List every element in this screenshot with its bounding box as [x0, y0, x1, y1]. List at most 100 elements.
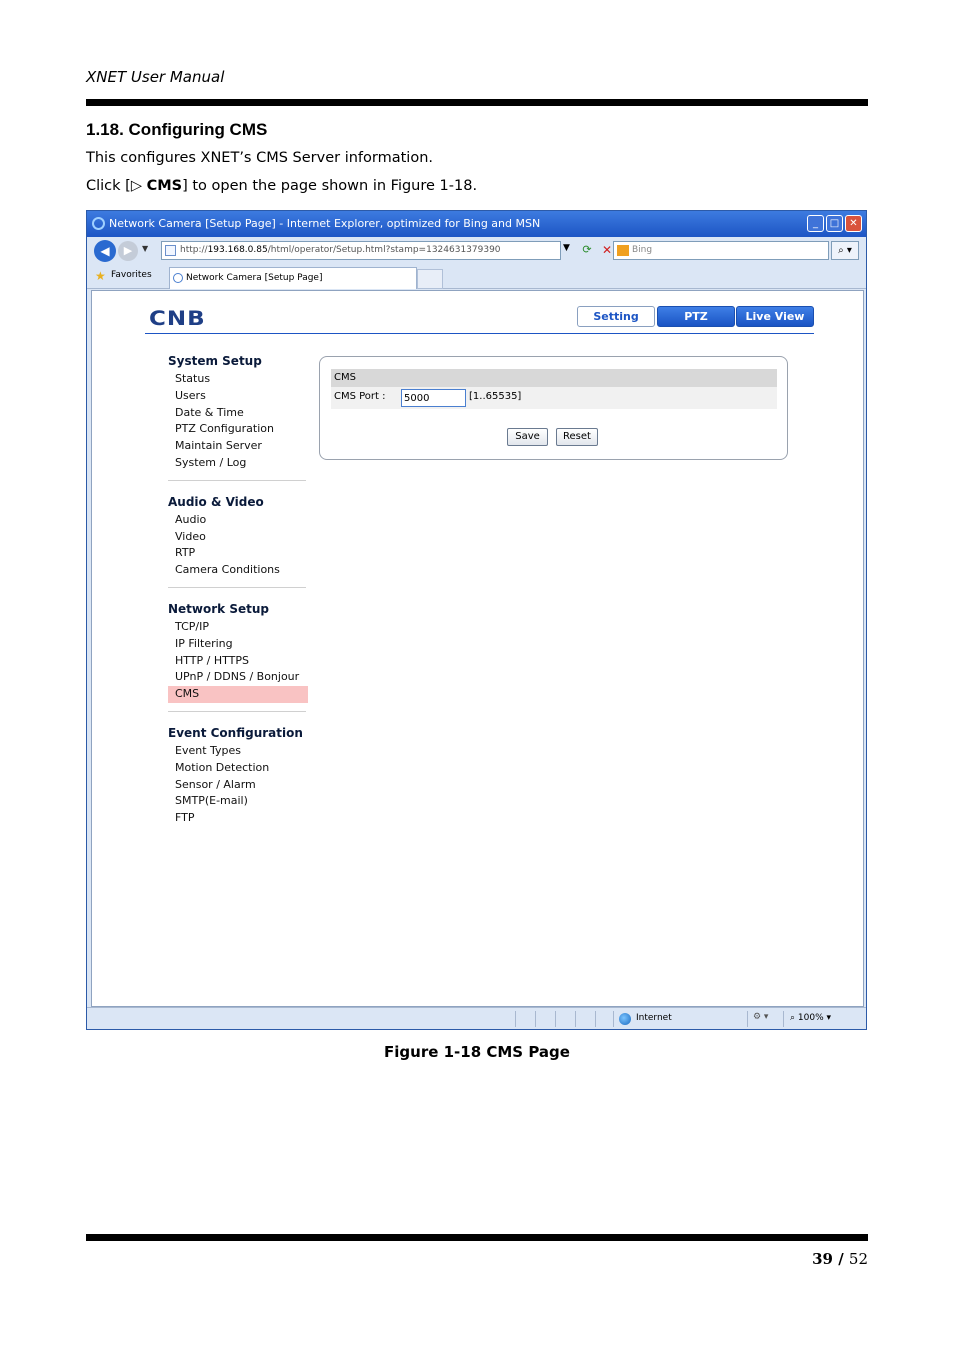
cnb-logo: CNB	[149, 307, 206, 331]
browser-title-bar: Network Camera [Setup Page] - Internet E…	[87, 211, 866, 237]
cms-settings-panel: CMS CMS Port : [1..65535] Save Reset	[319, 356, 788, 460]
sidebar-group-audio-video: Audio & Video Audio Video RTP Camera Con…	[168, 495, 308, 588]
sidebar-group-event-configuration: Event Configuration Event Types Motion D…	[168, 726, 308, 827]
sidebar-item-status[interactable]: Status	[168, 371, 308, 388]
window-title: Network Camera [Setup Page] - Internet E…	[109, 217, 541, 230]
status-divider	[535, 1011, 536, 1027]
web-content: CNB Setting PTZ Live View System Setup S…	[91, 290, 864, 1007]
bing-icon	[617, 245, 629, 256]
tab-setup-page[interactable]: Network Camera [Setup Page]	[169, 267, 417, 289]
reset-button[interactable]: Reset	[556, 428, 598, 446]
instruction-suffix: ] to open the page shown in Figure 1-18.	[182, 178, 478, 194]
new-tab-button[interactable]	[417, 269, 443, 289]
sidebar-item-video[interactable]: Video	[168, 529, 308, 546]
sidebar-item-event-types[interactable]: Event Types	[168, 743, 308, 760]
sidebar-divider	[168, 586, 306, 588]
page-icon	[165, 245, 176, 256]
sidebar-item-tcp-ip[interactable]: TCP/IP	[168, 619, 308, 636]
sidebar-item-audio[interactable]: Audio	[168, 512, 308, 529]
setting-button[interactable]: Setting	[577, 306, 655, 327]
cms-port-input[interactable]	[401, 389, 466, 407]
search-button[interactable]: ⌕ ▾	[831, 241, 859, 260]
refresh-icon[interactable]: ⟳	[579, 242, 595, 258]
favorites-bar: ★ Favorites Network Camera [Setup Page]	[87, 265, 866, 289]
sidebar-item-ip-filtering[interactable]: IP Filtering	[168, 636, 308, 653]
status-divider	[783, 1011, 784, 1027]
instruction-paragraph: Click [▷ CMS] to open the page shown in …	[86, 178, 477, 194]
bottom-rule	[86, 1234, 868, 1241]
forward-button[interactable]: ▶	[118, 241, 138, 261]
page-current: 39	[812, 1250, 833, 1268]
sidebar-menu: System Setup Status Users Date & Time PT…	[168, 354, 308, 841]
zoom-level[interactable]: ⌕ 100% ▾	[790, 1013, 831, 1023]
back-button[interactable]: ◀	[94, 240, 116, 262]
sidebar-item-maintain-server[interactable]: Maintain Server	[168, 438, 308, 455]
address-bar[interactable]: http://193.168.0.85/html/operator/Setup.…	[161, 241, 561, 260]
sidebar-item-system-log[interactable]: System / Log	[168, 455, 308, 472]
sidebar-item-cms[interactable]: CMS	[168, 686, 308, 703]
close-button[interactable]: ✕	[845, 215, 862, 232]
address-dropdown-icon[interactable]: ▼	[563, 243, 570, 253]
page-total: 52	[848, 1250, 868, 1268]
status-divider	[747, 1011, 748, 1027]
save-button[interactable]: Save	[507, 428, 548, 446]
ptz-button[interactable]: PTZ	[657, 306, 735, 327]
live-view-button[interactable]: Live View	[736, 306, 814, 327]
sidebar-divider	[168, 710, 306, 712]
sidebar-item-smtp-email[interactable]: SMTP(E-mail)	[168, 793, 308, 810]
history-dropdown-icon[interactable]: ▼	[142, 244, 148, 253]
address-path: /html/operator/Setup.html?stamp=13246313…	[267, 245, 501, 255]
browser-screenshot: Network Camera [Setup Page] - Internet E…	[86, 210, 867, 1030]
sidebar-item-motion-detection[interactable]: Motion Detection	[168, 760, 308, 777]
sidebar-item-sensor-alarm[interactable]: Sensor / Alarm	[168, 777, 308, 794]
search-input[interactable]: Bing	[613, 241, 829, 260]
sidebar-heading: Audio & Video	[168, 494, 264, 509]
sidebar-heading: System Setup	[168, 354, 262, 368]
top-rule	[86, 99, 868, 106]
sidebar-item-http-https[interactable]: HTTP / HTTPS	[168, 653, 308, 670]
window-controls: _ □ ✕	[807, 215, 862, 232]
status-divider	[575, 1011, 576, 1027]
status-divider	[613, 1011, 614, 1027]
page-separator: /	[832, 1250, 849, 1268]
panel-title: CMS	[331, 369, 777, 387]
manual-header: XNET User Manual	[86, 68, 225, 86]
zoom-value: 100%	[797, 1013, 824, 1023]
security-zone: Internet	[636, 1013, 672, 1023]
sidebar-item-upnp-ddns-bonjour[interactable]: UPnP / DDNS / Bonjour	[168, 669, 308, 686]
sidebar-item-ftp[interactable]: FTP	[168, 810, 308, 827]
page-number: 39 / 52	[812, 1250, 868, 1268]
sidebar-item-camera-conditions[interactable]: Camera Conditions	[168, 562, 308, 579]
sidebar-heading: Event Configuration	[168, 725, 303, 740]
tab-label: Network Camera [Setup Page]	[186, 273, 323, 283]
search-placeholder: Bing	[632, 245, 653, 255]
address-host: 193.168.0.85	[207, 245, 268, 255]
protected-mode-icon[interactable]: ⚙ ▾	[753, 1012, 768, 1022]
cms-port-range: [1..65535]	[469, 391, 522, 402]
cms-port-label: CMS Port :	[334, 391, 386, 402]
status-bar: Internet ⚙ ▾ ⌕ 100% ▾	[87, 1007, 866, 1029]
header-divider	[145, 333, 814, 334]
status-divider	[595, 1011, 596, 1027]
instruction-prefix: Click [	[86, 178, 131, 194]
sidebar-group-system-setup: System Setup Status Users Date & Time PT…	[168, 354, 308, 481]
maximize-button[interactable]: □	[826, 215, 843, 232]
sidebar-divider	[168, 479, 306, 481]
intro-paragraph: This configures XNET’s CMS Server inform…	[86, 150, 434, 166]
sidebar-item-ptz-configuration[interactable]: PTZ Configuration	[168, 421, 308, 438]
sidebar-item-rtp[interactable]: RTP	[168, 545, 308, 562]
ie-icon	[92, 217, 105, 230]
sidebar-item-users[interactable]: Users	[168, 388, 308, 405]
cms-port-row: CMS Port : [1..65535]	[331, 387, 777, 409]
section-title: 1.18. Configuring CMS	[86, 120, 268, 139]
star-icon: ★	[95, 269, 106, 283]
favorites-button[interactable]: Favorites	[111, 270, 152, 280]
minimize-button[interactable]: _	[807, 215, 824, 232]
play-icon: ▷	[130, 178, 147, 194]
figure-caption: Figure 1-18 CMS Page	[384, 1043, 570, 1061]
sidebar-item-date-time[interactable]: Date & Time	[168, 405, 308, 422]
ie-tab-icon	[173, 273, 183, 283]
instruction-menu-name: CMS	[146, 178, 183, 194]
status-divider	[555, 1011, 556, 1027]
status-divider	[515, 1011, 516, 1027]
